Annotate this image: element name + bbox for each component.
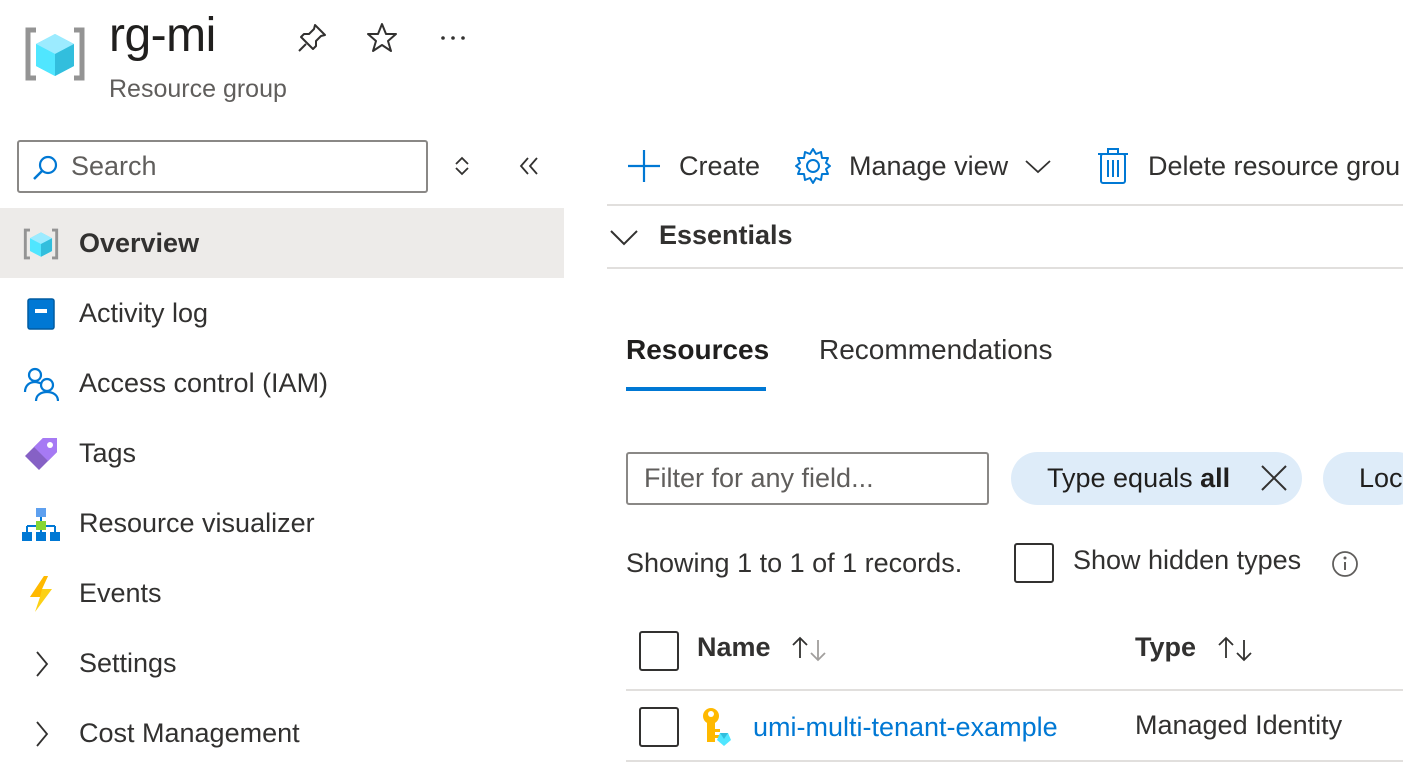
location-filter-pill[interactable]: Loc xyxy=(1323,452,1403,505)
records-count: Showing 1 to 1 of 1 records. xyxy=(626,548,963,578)
people-icon xyxy=(22,365,60,403)
hierarchy-icon xyxy=(22,505,60,543)
sidebar-item-label: Overview xyxy=(79,228,200,258)
search-icon xyxy=(33,155,58,180)
activity-log-icon xyxy=(22,295,60,333)
sidebar-item-label: Access control (IAM) xyxy=(79,368,329,398)
sidebar-item-label: Activity log xyxy=(79,298,209,328)
sidebar-item-activity-log[interactable]: Activity log xyxy=(0,278,564,348)
page-header: rg-mi Resource group xyxy=(0,0,1403,120)
tag-icon xyxy=(22,435,60,473)
double-chevron-left-icon xyxy=(519,157,538,175)
sort-icon xyxy=(1217,636,1252,662)
favorite-button[interactable] xyxy=(364,20,400,56)
lightning-icon xyxy=(22,575,60,613)
managed-identity-icon xyxy=(703,708,731,746)
sidebar-item-overview[interactable]: Overview xyxy=(0,208,564,278)
chevron-right-icon xyxy=(22,645,60,683)
essentials-divider xyxy=(607,267,1403,269)
delete-resource-group-label: Delete resource grou xyxy=(1148,150,1401,181)
active-tab-indicator xyxy=(626,387,766,391)
row-checkbox[interactable] xyxy=(639,707,679,747)
sidebar-item-label: Tags xyxy=(79,438,137,468)
chevron-down-icon xyxy=(1025,160,1051,174)
pin-button[interactable] xyxy=(294,20,330,56)
more-icon xyxy=(441,36,465,40)
sidebar-item-label: Cost Management xyxy=(79,718,300,748)
select-all-checkbox[interactable] xyxy=(639,631,679,671)
resource-type: Managed Identity xyxy=(1135,710,1343,740)
column-header-type[interactable]: Type xyxy=(1135,632,1256,664)
type-filter-prefix: Type equals xyxy=(1047,463,1201,493)
more-options-button[interactable] xyxy=(435,20,471,56)
page-subtitle: Resource group xyxy=(109,75,287,103)
page-title: rg-mi xyxy=(109,9,216,62)
sidebar-item-cost-management[interactable]: Cost Management xyxy=(0,698,564,768)
column-header-label: Type xyxy=(1135,632,1197,662)
up-down-chevron-icon xyxy=(455,156,469,176)
collapse-sidebar-button[interactable] xyxy=(511,148,547,184)
column-header-name[interactable]: Name xyxy=(697,632,830,664)
resource-group-icon xyxy=(24,26,86,82)
manage-view-label: Manage view xyxy=(849,150,1009,181)
filter-box[interactable] xyxy=(626,452,989,505)
sidebar-item-label: Settings xyxy=(79,648,177,678)
sidebar-item-label: Events xyxy=(79,578,162,608)
gear-icon xyxy=(795,148,831,184)
sidebar-item-access-control[interactable]: Access control (IAM) xyxy=(0,348,564,418)
resource-name-link[interactable]: umi-multi-tenant-example xyxy=(753,712,1058,743)
create-button[interactable]: Create xyxy=(626,140,760,192)
tab-resources[interactable]: Resources xyxy=(626,334,769,392)
chevron-down-icon xyxy=(610,230,638,246)
trash-icon xyxy=(1098,148,1128,184)
show-hidden-types-checkbox[interactable] xyxy=(1014,543,1054,583)
sidebar-item-events[interactable]: Events xyxy=(0,558,564,628)
column-header-label: Name xyxy=(697,632,771,662)
sort-icon xyxy=(792,636,826,662)
sidebar-search-input[interactable] xyxy=(71,146,411,187)
sidebar-item-label: Resource visualizer xyxy=(79,508,315,538)
info-icon[interactable] xyxy=(1331,550,1359,578)
header-row-divider xyxy=(626,689,1403,691)
delete-resource-group-button[interactable]: Delete resource grou xyxy=(1096,140,1400,192)
location-filter-prefix: Loc xyxy=(1359,463,1403,493)
essentials-toggle[interactable]: Essentials xyxy=(607,212,1403,264)
type-filter-pill[interactable]: Type equals all xyxy=(1011,452,1302,505)
create-label: Create xyxy=(679,150,761,181)
essentials-label: Essentials xyxy=(659,220,793,250)
filter-input[interactable] xyxy=(644,458,974,499)
close-icon[interactable] xyxy=(1260,464,1288,492)
chevron-right-icon xyxy=(22,715,60,753)
commandbar-divider xyxy=(607,204,1403,206)
sidebar-search-box[interactable] xyxy=(17,140,428,193)
pin-icon xyxy=(298,24,326,52)
sidebar-item-resource-visualizer[interactable]: Resource visualizer xyxy=(0,488,564,558)
sidebar-item-tags[interactable]: Tags xyxy=(0,418,564,488)
type-filter-value: all xyxy=(1200,463,1231,493)
resource-group-icon xyxy=(22,225,60,263)
star-icon xyxy=(367,23,397,52)
row-divider xyxy=(626,760,1403,762)
sidebar-item-settings[interactable]: Settings xyxy=(0,628,564,698)
show-hidden-types-label: Show hidden types xyxy=(1073,545,1302,575)
sort-toggle-button[interactable] xyxy=(444,148,480,184)
sidebar-nav: Overview Activity log Access control (IA… xyxy=(0,208,564,768)
tab-recommendations[interactable]: Recommendations xyxy=(819,334,1052,392)
manage-view-button[interactable]: Manage view xyxy=(794,140,1052,192)
plus-icon xyxy=(628,150,660,182)
